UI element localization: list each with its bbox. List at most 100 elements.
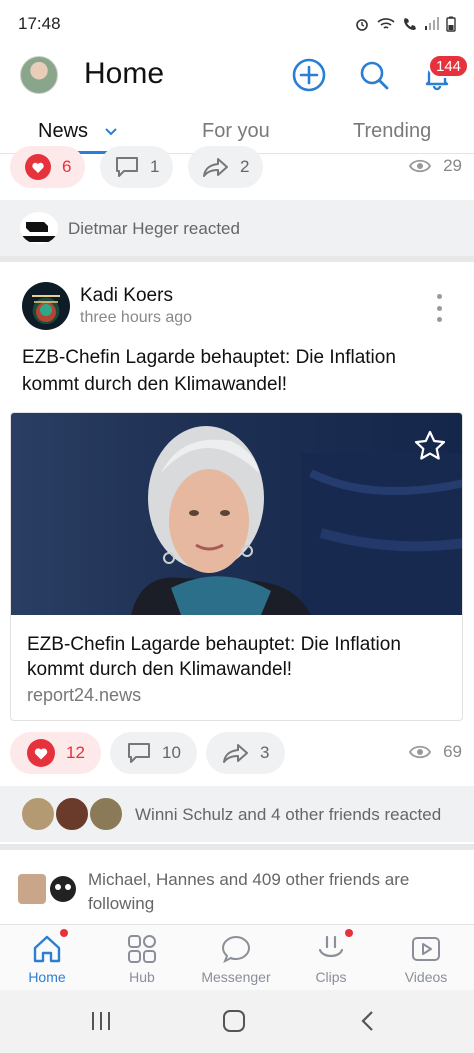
- app-header: Home 144: [0, 48, 474, 106]
- tab-trending[interactable]: Trending: [353, 120, 431, 143]
- share-button[interactable]: 3: [206, 732, 286, 774]
- bookmark-star-button[interactable]: [413, 429, 447, 463]
- like-button[interactable]: 12: [10, 732, 101, 774]
- search-icon: [360, 61, 389, 90]
- tab-for-you[interactable]: For you: [202, 120, 270, 143]
- following-row[interactable]: Michael, Hannes and 409 other friends ar…: [0, 856, 474, 922]
- nav-hub-label: Hub: [129, 969, 155, 985]
- view-count-value: 69: [443, 742, 462, 761]
- prev-reaction-bar[interactable]: Dietmar Heger reacted: [0, 200, 474, 256]
- signal-icon: [425, 17, 439, 30]
- home-outline-icon: [223, 1010, 245, 1032]
- prev-reaction-text: Dietmar Heger reacted: [68, 219, 240, 238]
- video-play-icon: [412, 937, 440, 961]
- prev-post-actions: 6 1 2 29: [0, 146, 474, 190]
- more-dot: [436, 294, 442, 299]
- view-count-value: 29: [443, 156, 462, 175]
- system-nav-bar: [0, 990, 474, 1053]
- nav-videos-label: Videos: [404, 969, 448, 985]
- share-button[interactable]: 2: [188, 146, 264, 188]
- comment-count: 10: [162, 743, 181, 762]
- nav-hub[interactable]: Hub: [95, 925, 189, 991]
- reactor-avatar: [20, 212, 58, 244]
- more-dot: [436, 317, 442, 322]
- recent-apps-button[interactable]: [88, 1008, 114, 1034]
- comment-count: 1: [150, 157, 160, 176]
- like-count: 12: [66, 743, 85, 762]
- nav-clips-label: Clips: [315, 969, 347, 985]
- post-separator: [0, 844, 474, 850]
- follower-avatar: [18, 874, 46, 904]
- wifi-icon: [377, 18, 395, 29]
- page-title: Home: [84, 57, 165, 90]
- call-icon: [404, 18, 416, 30]
- nav-messenger[interactable]: Messenger: [189, 925, 283, 991]
- view-count: 69: [409, 742, 462, 762]
- post-time: three hours ago: [80, 309, 193, 326]
- post-text: EZB-Chefin Lagarde behauptet: Die Inflat…: [22, 347, 396, 395]
- create-post-button[interactable]: [292, 58, 326, 92]
- tab-news[interactable]: News: [38, 120, 118, 143]
- following-text: Michael, Hannes and 409 other friends ar…: [88, 870, 410, 913]
- link-preview-image: [11, 413, 462, 615]
- search-button[interactable]: [357, 58, 391, 92]
- nav-clips-dot: [345, 929, 353, 937]
- eye-icon: [409, 159, 432, 173]
- reactions-text: Winni Schulz and 4 other friends reacted: [135, 805, 442, 824]
- status-icons: [354, 16, 456, 32]
- view-count: 29: [409, 156, 462, 176]
- link-domain: report24.news: [27, 685, 142, 705]
- nav-clips[interactable]: Clips: [284, 925, 378, 991]
- clips-icon: [318, 935, 344, 958]
- author-avatar[interactable]: [22, 282, 70, 330]
- bottom-nav: Home Hub Messenger Clips Videos: [0, 924, 474, 990]
- comment-button[interactable]: 10: [110, 732, 197, 774]
- home-icon: [33, 935, 61, 963]
- heart-icon: [27, 739, 55, 767]
- follower-avatar: [48, 872, 78, 906]
- profile-avatar[interactable]: [20, 56, 58, 94]
- plus-circle-icon: [292, 58, 326, 92]
- nav-messenger-label: Messenger: [201, 969, 271, 985]
- reactor-avatar: [54, 796, 90, 832]
- chat-bubble-icon: [221, 935, 251, 964]
- post-actions: 12 10 3 69: [0, 732, 474, 776]
- nav-home-dot: [60, 929, 68, 937]
- chevron-down-icon: [104, 128, 117, 136]
- eye-icon: [409, 745, 432, 759]
- link-preview-card[interactable]: EZB-Chefin Lagarde behauptet: Die Inflat…: [10, 412, 463, 721]
- heart-icon: [25, 154, 51, 180]
- comment-icon: [128, 743, 150, 763]
- like-count: 6: [62, 157, 72, 176]
- share-icon: [223, 744, 248, 763]
- author-name[interactable]: Kadi Koers: [80, 285, 173, 307]
- recent-apps-icon: [92, 1012, 110, 1030]
- reactor-avatar: [88, 796, 124, 832]
- comment-icon: [116, 157, 138, 177]
- link-title: EZB-Chefin Lagarde behauptet: Die Inflat…: [27, 634, 401, 680]
- share-count: 2: [240, 157, 250, 176]
- share-count: 3: [260, 743, 270, 762]
- status-time: 17:48: [18, 14, 61, 33]
- battery-icon: [446, 16, 456, 32]
- like-button[interactable]: 6: [10, 146, 86, 188]
- reactor-avatar: [20, 796, 56, 832]
- status-bar: 17:48: [0, 0, 474, 48]
- more-dot: [436, 305, 442, 311]
- reactions-bar[interactable]: Winni Schulz and 4 other friends reacted: [0, 786, 474, 842]
- grid-icon: [128, 935, 156, 963]
- nav-home[interactable]: Home: [0, 925, 94, 991]
- share-icon: [203, 158, 228, 177]
- nav-home-label: Home: [28, 969, 66, 985]
- tab-news-label: News: [38, 120, 89, 142]
- alarm-icon: [356, 19, 368, 31]
- home-system-button[interactable]: [221, 1008, 247, 1034]
- star-icon: [414, 430, 446, 460]
- nav-videos[interactable]: Videos: [379, 925, 473, 991]
- back-chevron-icon: [361, 1011, 373, 1031]
- notification-badge: 144: [428, 54, 470, 78]
- comment-button[interactable]: 1: [100, 146, 174, 188]
- more-options-button[interactable]: [430, 294, 448, 322]
- back-button[interactable]: [355, 1008, 381, 1034]
- post-separator: [0, 256, 474, 262]
